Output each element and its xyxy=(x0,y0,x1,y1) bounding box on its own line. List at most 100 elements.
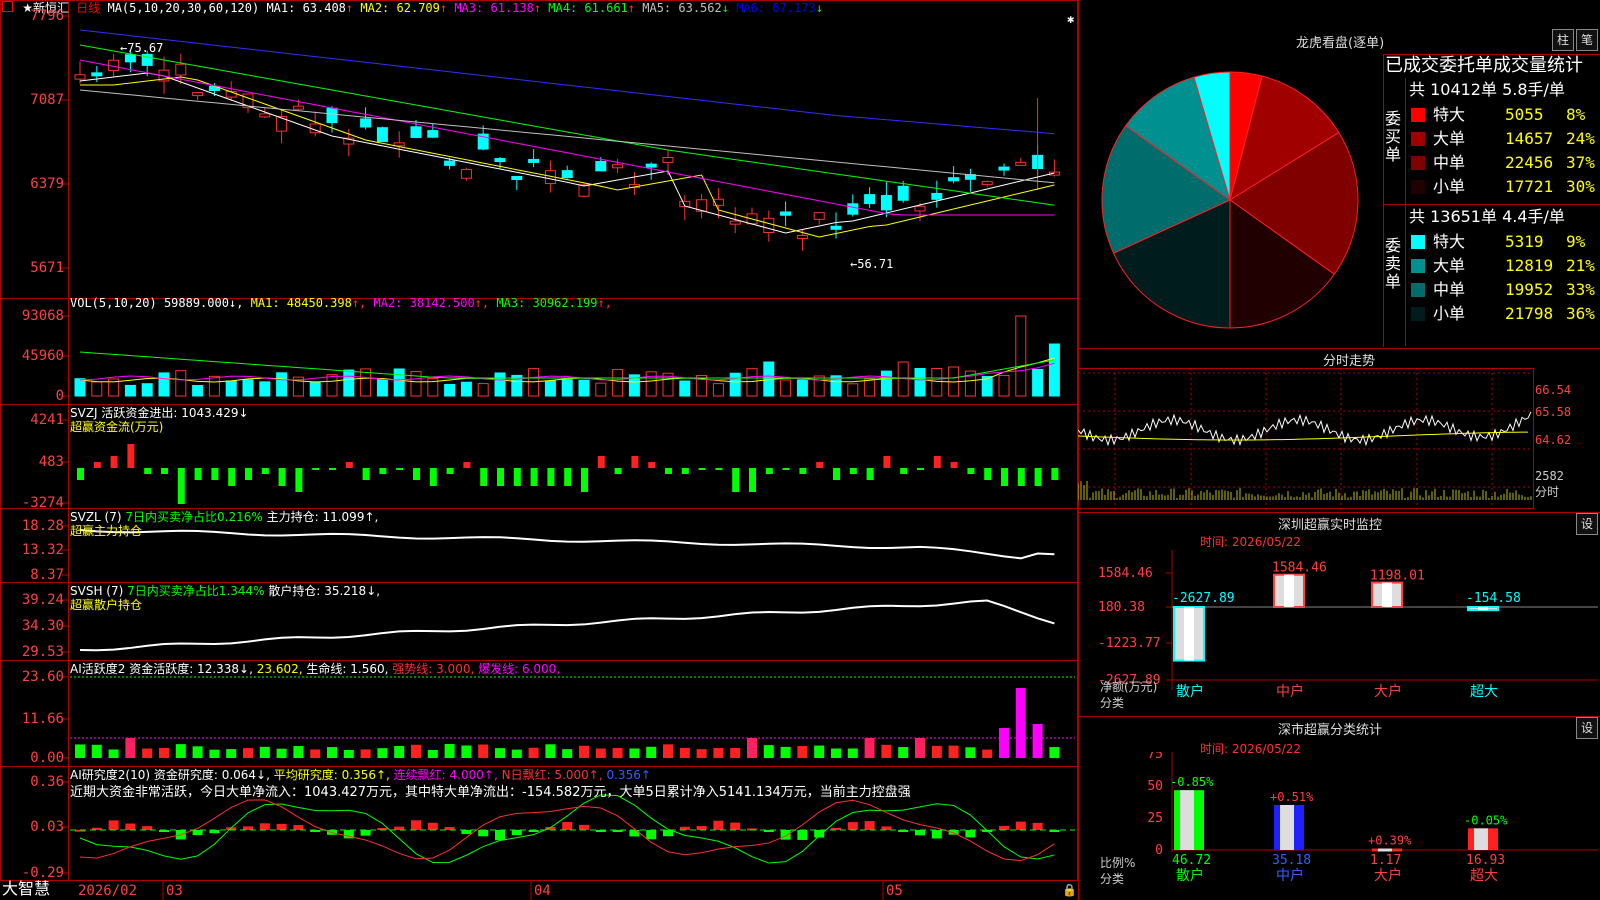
volume-bar xyxy=(225,380,237,397)
x-tick-label: 2026/02 xyxy=(78,883,138,899)
research-bar xyxy=(696,826,707,830)
fund-flow-bar xyxy=(581,468,588,492)
star-icon: ✱ xyxy=(1067,12,1075,26)
stats-title: 深市超赢分类统计 xyxy=(1278,723,1383,738)
candle xyxy=(376,127,388,143)
y-tick-label: 0.00 xyxy=(30,750,64,766)
vol-value: 59889.000 xyxy=(163,296,229,310)
candle xyxy=(830,225,842,230)
volume-bar xyxy=(410,371,422,397)
volume-bar xyxy=(847,383,859,397)
y-tick-label: 7796 xyxy=(30,8,64,24)
ai-research-v4: N日飘红: 5.000↑, xyxy=(501,768,603,782)
candle xyxy=(561,170,573,179)
stats-settings-button[interactable]: 设 xyxy=(1576,717,1598,739)
volume-bar xyxy=(192,384,204,397)
activity-bar xyxy=(411,744,421,758)
candle xyxy=(326,107,338,124)
buy-side-label: 委买单 xyxy=(1385,109,1402,164)
research-bar xyxy=(1032,822,1043,830)
y-tick-label: 5671 xyxy=(30,260,64,276)
activity-bar xyxy=(1015,688,1026,758)
stats-value-label: 16.93 xyxy=(1466,853,1505,868)
candle xyxy=(292,105,304,110)
ma-label: MA6: xyxy=(728,1,773,15)
activity-bar xyxy=(209,749,220,758)
candle xyxy=(595,160,607,172)
legend-swatch xyxy=(1411,235,1425,249)
activity-bar xyxy=(898,747,909,758)
ma-indicator-name: MA(5,10,20,30,60,120) xyxy=(107,1,260,15)
ma-value: 67.173 xyxy=(772,1,816,15)
candle xyxy=(494,158,506,163)
research-bar xyxy=(461,830,472,834)
intraday-chart[interactable]: 66.54 65.58 64.62 2582 分时 xyxy=(1078,368,1600,510)
activity-bar xyxy=(75,744,85,758)
stat-volume: 5055 xyxy=(1505,105,1544,124)
fund-flow-bar xyxy=(429,468,437,486)
activity-bar xyxy=(276,748,287,758)
ma-label: MA2: xyxy=(353,1,397,15)
lock-icon[interactable]: 🔒 xyxy=(1062,883,1077,897)
volume-bar xyxy=(343,369,355,397)
close-icon[interactable] xyxy=(2,1,13,12)
fund-flow-bar xyxy=(312,468,320,470)
fund-flow-bar xyxy=(950,462,958,468)
period-label[interactable]: 日线 xyxy=(76,1,100,15)
ai-research-v2: 平均研究度: 0.356↑, xyxy=(273,768,390,782)
ma-arrow: ↓ xyxy=(815,1,823,15)
fund-flow-bar xyxy=(144,468,152,474)
activity-bar xyxy=(243,748,253,758)
stats-change-label: +0.39% xyxy=(1368,834,1412,848)
volume-bar xyxy=(931,368,943,397)
candle xyxy=(192,92,204,97)
sell-header: 共 13651单 4.4手/单 xyxy=(1409,207,1565,226)
legend-swatch xyxy=(1411,259,1425,273)
activity-bar xyxy=(444,744,455,758)
activity-bar xyxy=(461,745,472,758)
monitor-unit2: 分类 xyxy=(1100,696,1125,710)
svzl-name: SVZL (7) xyxy=(70,510,122,524)
ma-value: 62.709 xyxy=(396,1,440,15)
volume-bar xyxy=(780,379,792,397)
research-bar xyxy=(478,830,489,837)
candle xyxy=(981,181,993,186)
research-bar xyxy=(192,830,203,836)
activity-bar xyxy=(310,749,321,758)
candle xyxy=(813,212,825,220)
high-marker: ←75.67 xyxy=(120,41,163,55)
fund-flow-bar xyxy=(698,468,706,470)
research-bar xyxy=(881,826,892,830)
vol-ma-values: MA1: 48450.398↑, MA2: 38142.500↑, MA3: 3… xyxy=(251,296,612,310)
fund-flow-bar xyxy=(194,468,202,480)
monitor-bar-shine xyxy=(1184,607,1194,661)
monitor-settings-button[interactable]: 设 xyxy=(1576,513,1598,535)
activity-bar xyxy=(797,745,808,758)
y-tick-label: 34.30 xyxy=(21,618,64,634)
stats-category: 超大 xyxy=(1470,868,1498,884)
candle xyxy=(880,195,892,211)
y-tick-label: 6379 xyxy=(30,176,64,192)
activity-bar xyxy=(679,747,690,758)
intraday-price-line xyxy=(1078,411,1532,447)
tick-mode-button[interactable]: 笔 xyxy=(1576,29,1598,51)
vol-indicator-name: VOL(5,10,20) xyxy=(70,296,157,310)
stats-bar-shine xyxy=(1180,790,1194,850)
volume-bar xyxy=(376,378,388,397)
fund-flow-bar xyxy=(396,468,404,470)
chart-area[interactable]: ←75.67 ←56.71 xyxy=(0,0,1078,900)
research-bar xyxy=(780,830,791,840)
activity-bar xyxy=(847,748,858,758)
volume-bar xyxy=(494,372,506,397)
candle xyxy=(460,169,472,179)
fund-flow-bar xyxy=(900,468,908,474)
svzj-title: SVZJ 活跃资金进出: 1043.429↓ xyxy=(70,406,249,420)
stats-unit2: 分类 xyxy=(1100,872,1125,886)
volume-bar xyxy=(74,378,86,397)
stat-label: 中单 xyxy=(1433,153,1466,172)
bar-mode-button[interactable]: 柱 xyxy=(1552,29,1574,51)
svsh-subtitle: 超赢散户持仓 xyxy=(70,598,143,612)
svsh-name: SVSH (7) xyxy=(70,584,124,598)
volume-bar xyxy=(914,368,926,397)
ma-value: 61.661 xyxy=(584,1,628,15)
